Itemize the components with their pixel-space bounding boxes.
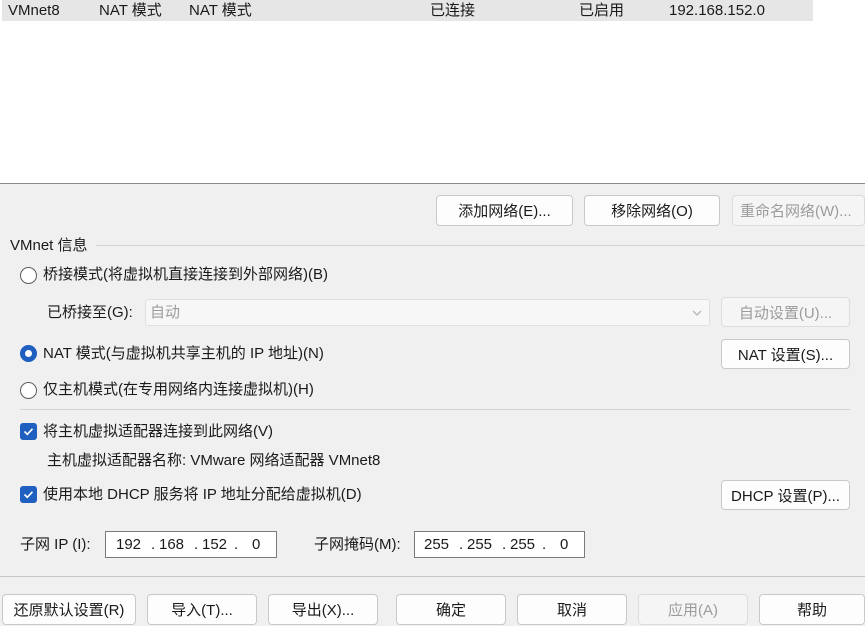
mask-octet-3: 255: [510, 536, 536, 553]
apply-button[interactable]: 应用(A): [638, 594, 748, 625]
subnet-mask-label: 子网掩码(M):: [314, 536, 401, 553]
connect-adapter-checkbox[interactable]: [20, 423, 37, 440]
network-list[interactable]: VMnet8 NAT 模式 NAT 模式 已连接 已启用 192.168.152…: [0, 0, 865, 184]
network-row-vmnet8[interactable]: VMnet8 NAT 模式 NAT 模式 已连接 已启用 192.168.152…: [2, 0, 813, 21]
cell-type: NAT 模式: [99, 2, 162, 19]
nat-label[interactable]: NAT 模式(与虚拟机共享主机的 IP 地址)(N): [43, 344, 324, 364]
dhcp-settings-button[interactable]: DHCP 设置(P)...: [721, 480, 850, 510]
ip-octet-4: 0: [252, 536, 261, 553]
adapter-name-text: 主机虚拟适配器名称: VMware 网络适配器 VMnet8: [47, 452, 381, 469]
ip-dot: .: [151, 536, 156, 553]
ip-octet-2: 168: [159, 536, 185, 553]
checkmark-icon: [23, 428, 34, 436]
export-button[interactable]: 导出(X)...: [268, 594, 378, 625]
cell-subnet: 192.168.152.0: [669, 2, 765, 19]
checkmark-icon: [23, 491, 34, 499]
bridged-to-value: 自动: [150, 304, 181, 321]
ip-octet-3: 152: [202, 536, 228, 553]
ip-dot: .: [194, 536, 199, 553]
restore-defaults-button[interactable]: 还原默认设置(R): [2, 594, 136, 625]
cell-dhcp: 已启用: [579, 2, 625, 19]
mask-octet-1: 255: [424, 536, 450, 553]
import-button[interactable]: 导入(T)...: [147, 594, 257, 625]
cancel-button[interactable]: 取消: [517, 594, 627, 625]
ok-button[interactable]: 确定: [396, 594, 506, 625]
ip-dot: .: [542, 536, 547, 553]
bridged-to-label: 已桥接至(G):: [47, 304, 133, 321]
subnet-ip-label: 子网 IP (I):: [20, 536, 91, 553]
nat-settings-button[interactable]: NAT 设置(S)...: [721, 339, 850, 369]
bridged-label[interactable]: 桥接模式(将虚拟机直接连接到外部网络)(B): [43, 265, 328, 285]
subnet-ip-input[interactable]: 192 . 168 . 152 . 0: [105, 531, 277, 558]
bridged-to-select[interactable]: 自动: [145, 299, 710, 326]
hostonly-radio[interactable]: [20, 382, 37, 399]
dhcp-label[interactable]: 使用本地 DHCP 服务将 IP 地址分配给虚拟机(D): [43, 485, 362, 505]
footer-separator: [0, 576, 865, 577]
group-top-line: [96, 245, 865, 246]
rename-network-button[interactable]: 重命名网络(W)...: [732, 195, 865, 226]
mask-octet-2: 255: [467, 536, 493, 553]
ip-octet-1: 192: [116, 536, 142, 553]
dhcp-checkbox[interactable]: [20, 486, 37, 503]
cell-name: VMnet8: [8, 2, 60, 19]
ip-dot: .: [502, 536, 507, 553]
auto-settings-button[interactable]: 自动设置(U)...: [721, 297, 850, 327]
nat-radio[interactable]: [20, 345, 37, 362]
separator: [20, 409, 850, 410]
connect-adapter-label[interactable]: 将主机虚拟适配器连接到此网络(V): [43, 422, 273, 442]
vmnet-info-title: VMnet 信息: [10, 237, 88, 254]
ip-dot: .: [459, 536, 464, 553]
subnet-mask-input[interactable]: 255 . 255 . 255 . 0: [414, 531, 585, 558]
remove-network-button[interactable]: 移除网络(O): [584, 195, 720, 226]
add-network-button[interactable]: 添加网络(E)...: [436, 195, 573, 226]
bridged-radio[interactable]: [20, 267, 37, 284]
cell-host-connection: 已连接: [430, 2, 476, 19]
hostonly-label[interactable]: 仅主机模式(在专用网络内连接虚拟机)(H): [43, 380, 314, 400]
chevron-down-icon: [691, 306, 703, 323]
help-button[interactable]: 帮助: [759, 594, 865, 625]
mask-octet-4: 0: [560, 536, 569, 553]
ip-dot: .: [234, 536, 239, 553]
cell-external: NAT 模式: [189, 2, 252, 19]
